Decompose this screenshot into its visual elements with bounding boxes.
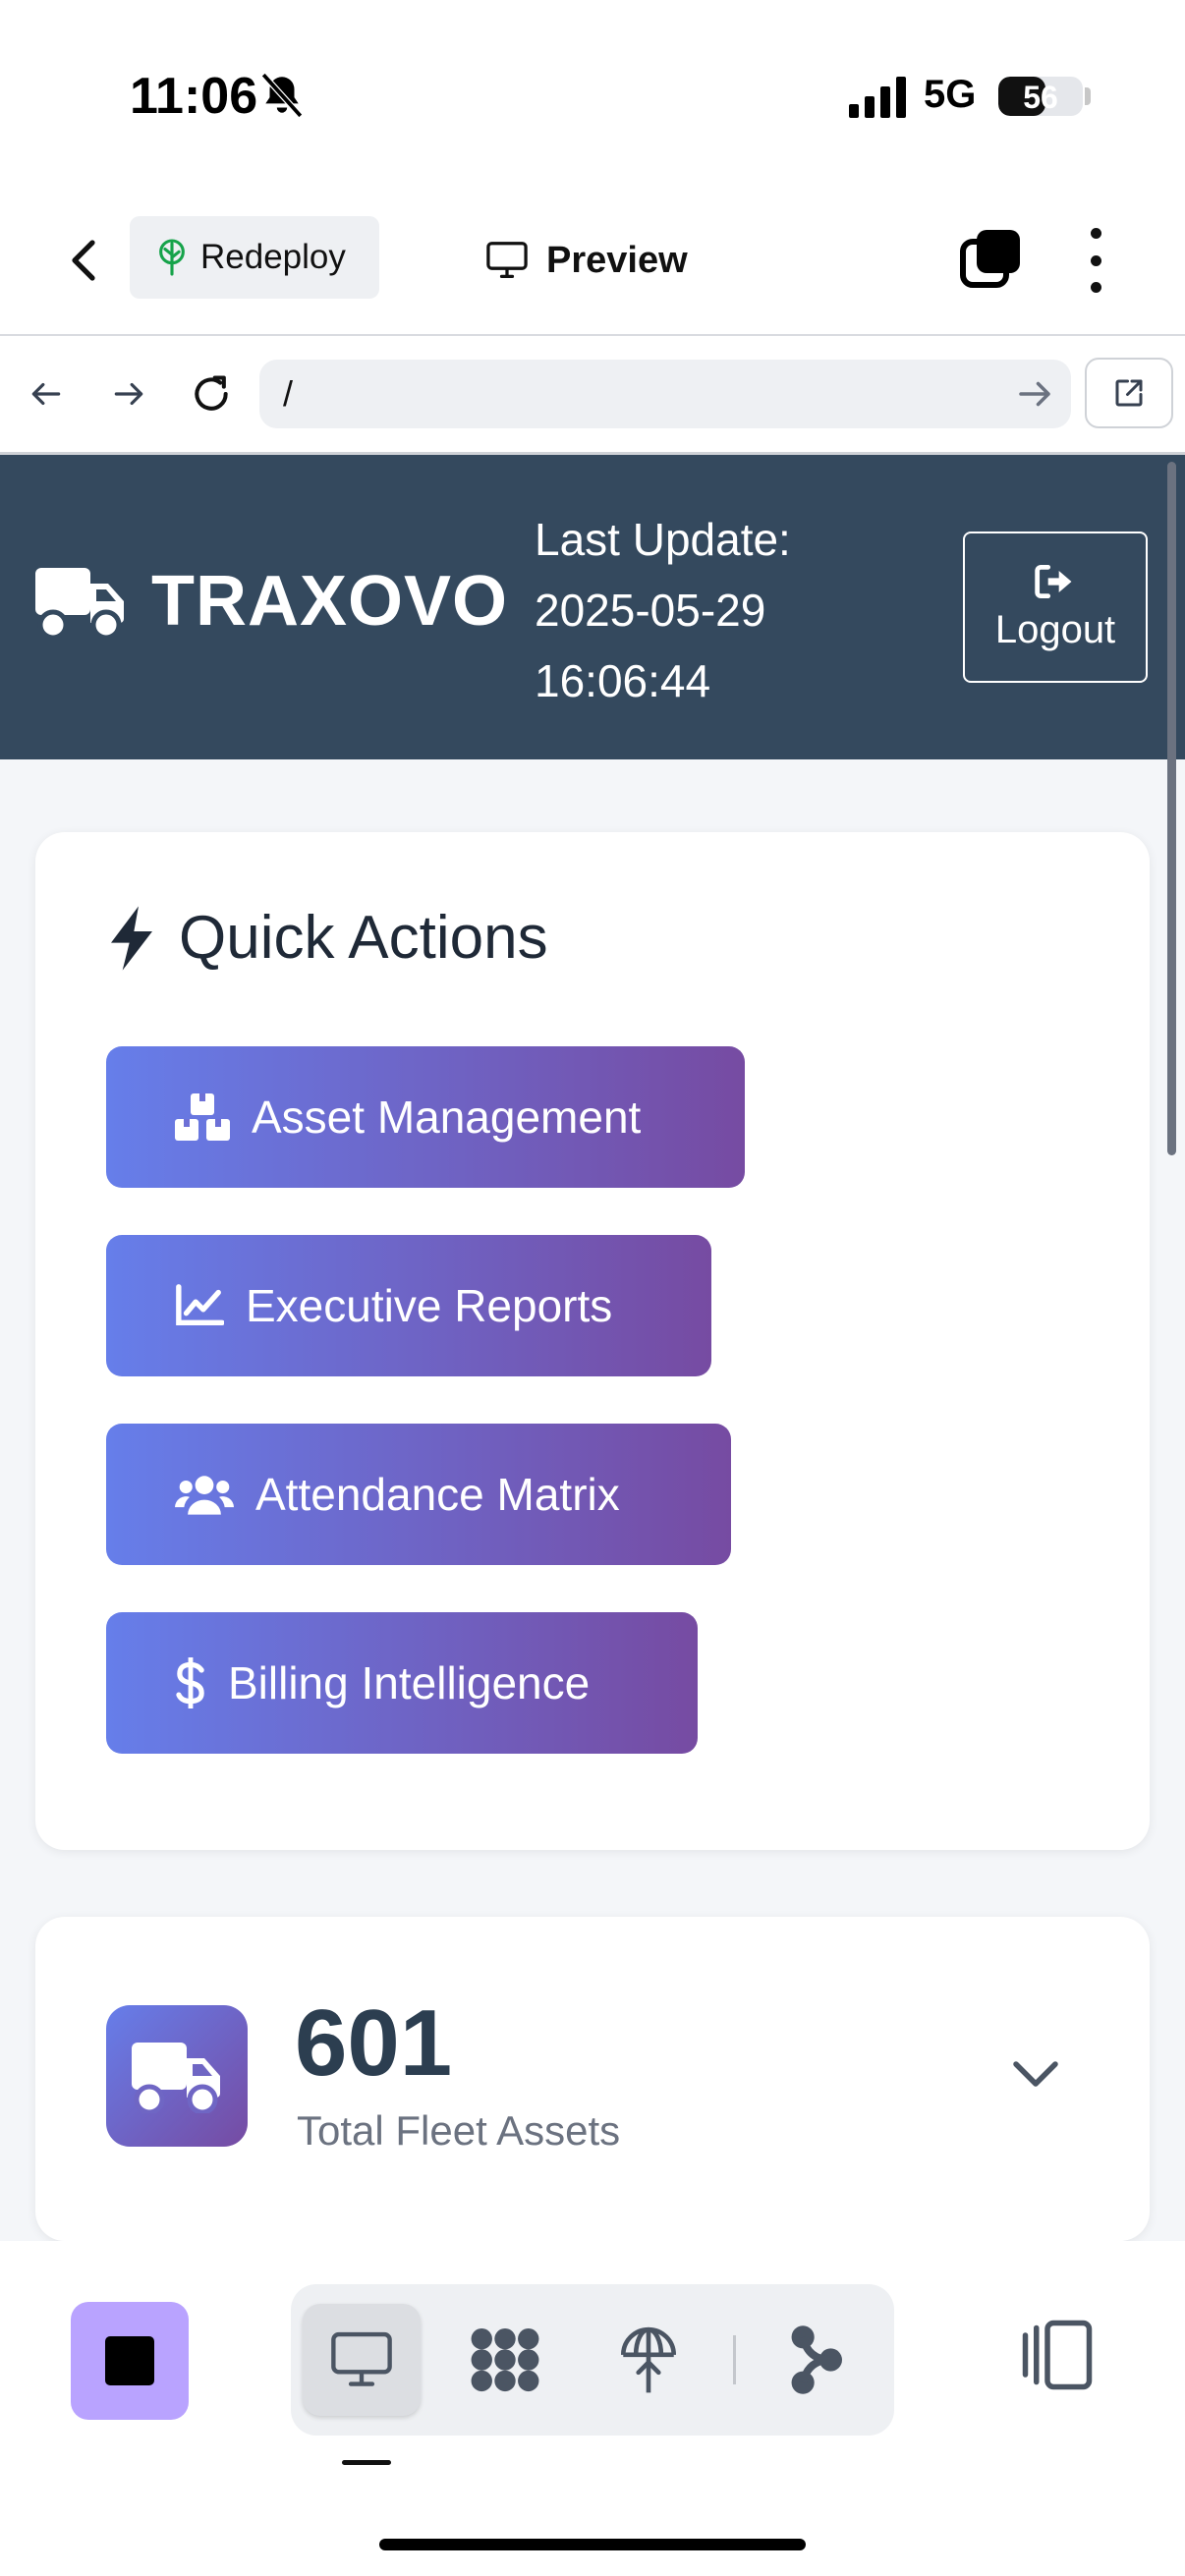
arrow-left-icon: [31, 382, 61, 406]
action-label: Attendance Matrix: [255, 1469, 620, 1520]
stop-icon: [105, 2336, 154, 2385]
agent-cluster-icon: [471, 2327, 539, 2392]
status-bar: 11:06 5G 56: [0, 0, 1185, 187]
quick-actions-heading: Quick Actions: [179, 904, 548, 972]
nav-back-button[interactable]: [18, 365, 75, 422]
external-link-icon: [1115, 379, 1143, 407]
monitor-icon: [486, 242, 528, 278]
open-new-tab-button[interactable]: [1085, 358, 1173, 428]
logout-label: Logout: [994, 607, 1116, 651]
sign-out-icon: [1035, 564, 1072, 598]
reload-icon: [195, 375, 228, 411]
deploy-icon: [620, 2326, 677, 2393]
active-tab-indicator: [342, 2460, 391, 2465]
boxes-icon: [175, 1093, 230, 1141]
brand[interactable]: TRAXOVO: [35, 561, 508, 642]
dollar-icon: [176, 1657, 204, 1708]
preview-label: Preview: [546, 239, 688, 281]
last-update-date: 2025-05-29: [535, 585, 766, 636]
stat-value: 601: [295, 1990, 453, 2096]
dashboard-content: Quick Actions Asset Management Executive…: [0, 759, 1185, 2241]
bell-muted-icon: [260, 73, 304, 118]
git-branch-icon: [791, 2325, 842, 2394]
quick-actions-title: Quick Actions: [104, 903, 548, 973]
battery-tip: [1085, 87, 1091, 105]
more-options-icon[interactable]: [1071, 228, 1120, 293]
truck-icon: [132, 2043, 220, 2113]
redeploy-button[interactable]: Redeploy: [130, 216, 379, 299]
quick-actions-card: Quick Actions Asset Management Executive…: [35, 832, 1150, 1850]
preview-tool-button[interactable]: [303, 2304, 421, 2416]
action-label: Executive Reports: [246, 1280, 613, 1331]
redeploy-label: Redeploy: [200, 238, 346, 276]
chevron-left-icon: [72, 240, 95, 281]
bottom-toolbar: [0, 2241, 1185, 2576]
back-button[interactable]: [55, 226, 110, 295]
battery-level: 56: [1023, 80, 1058, 115]
tabs-switcher-icon[interactable]: [959, 228, 1022, 291]
app-header: TRAXOVO Last Update: 2025-05-29 16:06:44…: [0, 455, 1185, 759]
preview-tab[interactable]: Preview: [485, 226, 688, 295]
network-type: 5G: [924, 73, 977, 116]
agent-tool-button[interactable]: [446, 2304, 564, 2416]
url-bar: /: [0, 336, 1185, 455]
chevron-down-icon[interactable]: [1006, 2044, 1065, 2103]
signal-icon: [849, 77, 906, 118]
truck-icon: [35, 568, 124, 639]
logout-button[interactable]: Logout: [963, 532, 1148, 683]
tool-group: [291, 2284, 894, 2436]
brand-name: TRAXOVO: [151, 562, 509, 641]
tool-separator: [733, 2335, 736, 2384]
go-arrow-icon[interactable]: [1014, 373, 1055, 415]
last-update: Last Update: 2025-05-29 16:06:44: [535, 504, 791, 716]
last-update-time: 16:06:44: [535, 655, 711, 706]
panel-toggle-icon[interactable]: [1018, 2316, 1097, 2394]
fleet-assets-card[interactable]: 601 Total Fleet Assets: [35, 1917, 1150, 2241]
app-toolbar: Redeploy Preview: [0, 187, 1185, 336]
battery-icon: 56: [998, 77, 1083, 116]
chart-line-icon: [176, 1284, 224, 1325]
attendance-matrix-button[interactable]: Attendance Matrix: [106, 1424, 731, 1565]
url-input[interactable]: /: [259, 360, 1071, 428]
billing-intelligence-button[interactable]: Billing Intelligence: [106, 1612, 698, 1754]
users-icon: [175, 1476, 234, 1515]
scrollbar-thumb[interactable]: [1167, 462, 1176, 1155]
action-label: Asset Management: [252, 1092, 642, 1143]
stop-button[interactable]: [71, 2302, 189, 2420]
home-indicator[interactable]: [379, 2539, 806, 2550]
nav-forward-button[interactable]: [100, 365, 157, 422]
executive-reports-button[interactable]: Executive Reports: [106, 1235, 711, 1376]
status-time: 11:06: [130, 68, 258, 125]
stat-icon-tile: [106, 2005, 248, 2147]
git-tool-button[interactable]: [757, 2304, 875, 2416]
arrow-right-icon: [114, 382, 143, 406]
reload-button[interactable]: [183, 365, 240, 422]
stat-label: Total Fleet Assets: [297, 2107, 621, 2154]
deploy-tree-icon: [159, 239, 185, 276]
action-label: Billing Intelligence: [228, 1657, 591, 1708]
asset-management-button[interactable]: Asset Management: [106, 1046, 745, 1188]
last-update-label: Last Update:: [535, 514, 791, 565]
deployments-tool-button[interactable]: [590, 2304, 707, 2416]
bolt-icon: [111, 905, 152, 971]
monitor-icon: [331, 2331, 392, 2386]
